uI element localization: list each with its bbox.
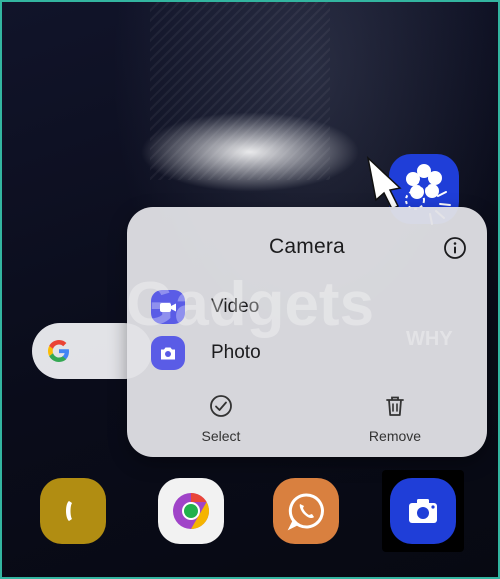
phone-icon [66,501,72,521]
dock-camera-app[interactable] [390,478,456,544]
photo-icon [151,336,185,370]
shortcut-photo-label: Photo [211,342,261,363]
check-circle-icon [210,395,232,417]
select-button[interactable]: Select [171,393,271,444]
remove-button[interactable]: Remove [345,393,445,444]
shortcut-video-label: Video [211,296,260,317]
camera-icon [409,499,437,523]
popup-title: Camera [269,235,345,258]
shortcut-video[interactable]: Video [151,287,451,327]
video-icon [151,290,185,324]
shortcut-photo[interactable]: Photo [151,333,451,373]
google-g-icon [48,340,69,362]
trash-icon [386,396,404,416]
app-shortcut-popup: Camera Video Photo Select Remove [127,207,487,457]
remove-label: Remove [368,428,422,444]
select-label: Select [201,428,241,444]
dock-whatsapp-app[interactable] [273,478,339,544]
dock-chrome-app[interactable] [158,478,224,544]
whatsapp-icon [287,493,324,531]
wallpaper-streak [150,0,330,180]
dock-phone-app[interactable] [40,478,106,544]
chrome-icon [173,493,210,529]
info-icon[interactable] [443,236,467,260]
